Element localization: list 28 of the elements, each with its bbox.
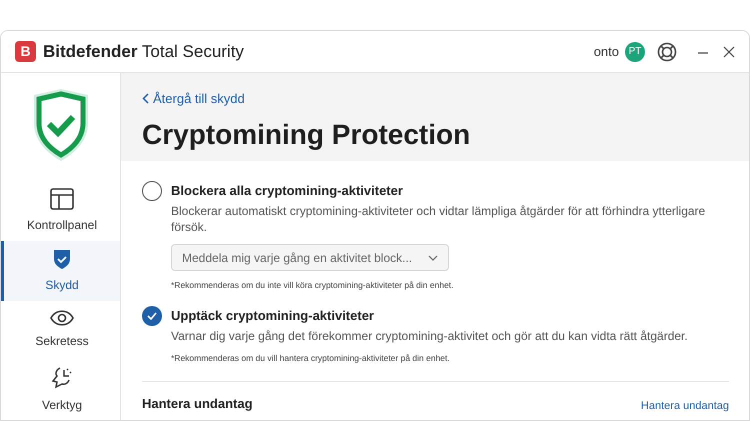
check-icon [147,312,157,320]
option-title: Upptäck cryptomining-aktiviteter [171,306,375,325]
eye-icon [50,310,74,326]
layout-icon [50,188,74,210]
account-label[interactable]: onto [594,42,619,62]
help-icon[interactable] [657,42,677,62]
option-description: Varnar dig varje gång det förekommer cryptomining-aktivitet och gör att du kan vidta rätt åtgärder. [171,328,688,344]
section-heading: Hantera undantag [142,395,253,413]
back-link[interactable]: Återgå till skydd [142,89,749,108]
app-logo: B [15,41,36,62]
radio-button[interactable] [142,306,162,326]
chevron-down-icon [428,254,438,260]
close-icon[interactable] [723,46,735,58]
shield-check-icon [52,248,72,270]
window-title: Bitdefender Total Security [43,40,244,63]
recommendation-note: *Rekommenderas om du vill hantera cryptomining-aktiviteter på din enhet. [171,352,451,365]
option-title: Blockera alla cryptomining-aktiviteter [171,182,404,200]
page-title: Cryptomining Protection [142,118,472,152]
sidebar-item[interactable]: Sekretess [1,300,120,360]
tools-icon [51,366,73,390]
radio-button[interactable] [142,180,162,200]
sidebar-item[interactable]: Kontrollpanel [1,181,120,241]
sidebar-item[interactable]: Skydd [1,240,120,300]
manage-exceptions-link[interactable]: Hantera undantag [640,398,729,414]
sidebar-item[interactable]: Verktyg [1,360,120,420]
option-description: Blockerar automatiskt cryptomining-aktiviteter och vidtar lämpliga åtgärder för att förhindra ytterligare försök. [171,203,706,235]
recommendation-note: *Rekommenderas om du inte vill köra cryptomining-aktiviteter på din enhet. [171,279,455,292]
chevron-left-icon [142,93,149,104]
